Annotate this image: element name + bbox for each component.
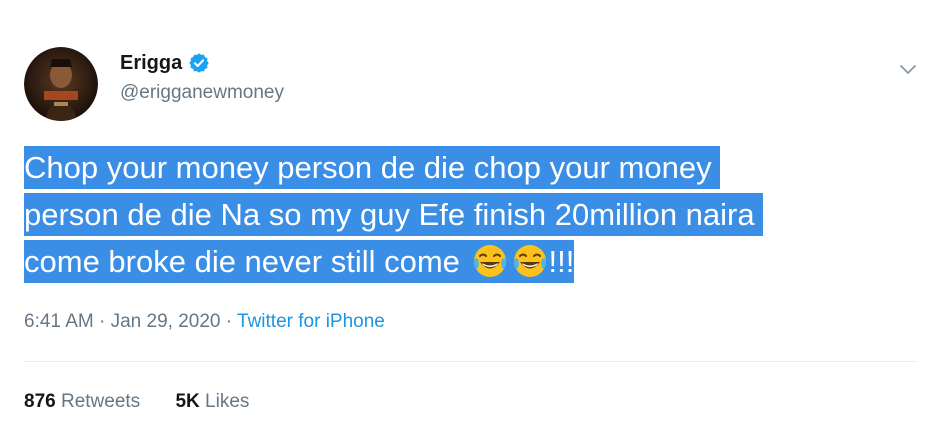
tweet-text: Chop your money person de die chop your … [24, 144, 894, 285]
tweet-header: Erigga @erigganewmoney [24, 44, 284, 124]
likes-count: 5K [175, 391, 200, 412]
display-name[interactable]: Erigga [120, 52, 182, 75]
tweet-card: Erigga @erigganewmoney Chop your money p… [0, 0, 927, 429]
tweet-line-3: come broke die never still come [24, 244, 460, 279]
face-with-tears-of-joy-icon [511, 242, 549, 280]
meta-separator: · [225, 311, 233, 332]
retweets-stat[interactable]: 876 Retweets [24, 391, 145, 412]
tweet-date[interactable]: Jan 29, 2020 [111, 311, 221, 332]
tweet-line-1: Chop your money person de die chop your … [24, 146, 712, 189]
tweet-line-2: person de die Na so my guy Efe finish 20… [24, 193, 755, 236]
divider [24, 361, 917, 362]
likes-label: Likes [205, 391, 250, 412]
tweet-trailing: !!! [548, 244, 575, 279]
tweet-stats: 876 Retweets 5K Likes [24, 391, 279, 413]
chevron-down-icon[interactable] [897, 58, 919, 80]
name-row: Erigga [120, 50, 284, 76]
tweet-meta: 6:41 AM · Jan 29, 2020 · Twitter for iPh… [24, 311, 385, 333]
likes-stat[interactable]: 5K Likes [175, 391, 249, 412]
verified-badge-icon [188, 52, 210, 74]
retweets-label: Retweets [60, 391, 141, 412]
avatar[interactable] [24, 47, 98, 121]
tweet-time[interactable]: 6:41 AM [24, 311, 94, 332]
retweets-count: 876 [24, 391, 56, 412]
meta-separator: · [99, 311, 106, 332]
name-block: Erigga @erigganewmoney [120, 50, 284, 104]
handle[interactable]: @erigganewmoney [120, 82, 284, 104]
avatar-image [24, 47, 98, 121]
face-with-tears-of-joy-icon [471, 242, 509, 280]
tweet-source-link[interactable]: Twitter for iPhone [237, 311, 385, 332]
